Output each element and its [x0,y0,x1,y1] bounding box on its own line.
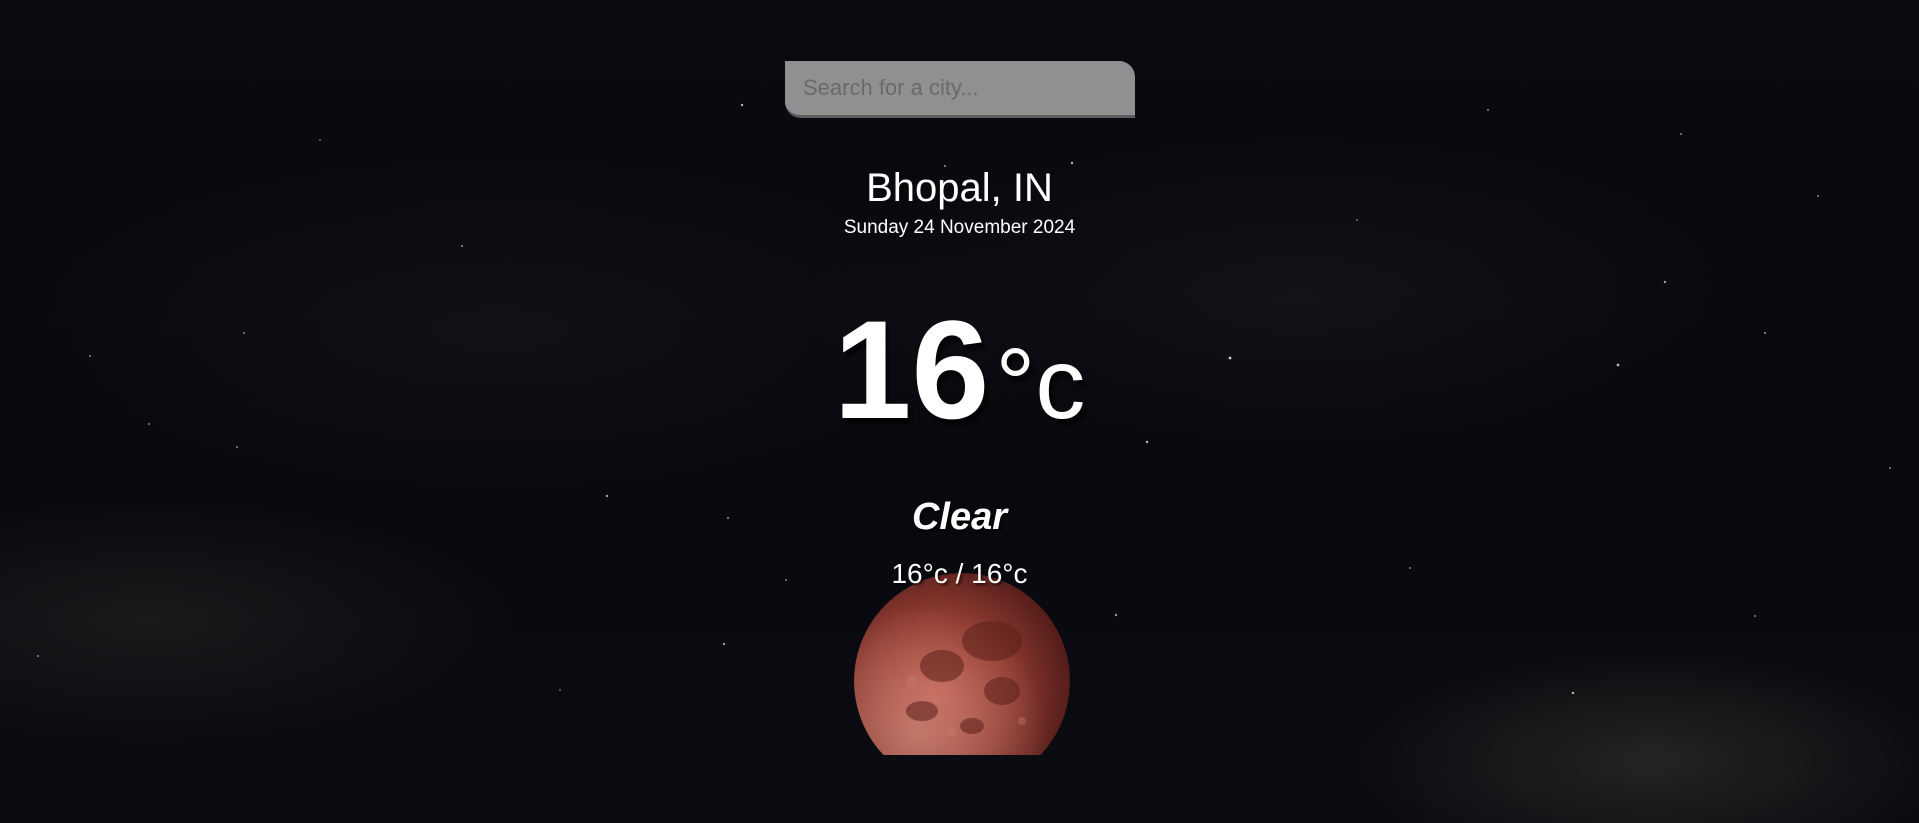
high-low-temperature: 16°c / 16°c [891,558,1028,589]
temperature-unit: °c [995,328,1086,440]
temperature-value: 16 [833,291,990,448]
current-date: Sunday 24 November 2024 [843,217,1076,238]
blood-moon-image [854,573,1070,755]
city-name: Bhopal, IN [866,166,1053,210]
search-bar [785,61,1135,118]
weather-condition: Clear [911,496,1008,538]
current-temperature: 16°c [0,300,1919,454]
search-input[interactable] [785,61,1135,118]
